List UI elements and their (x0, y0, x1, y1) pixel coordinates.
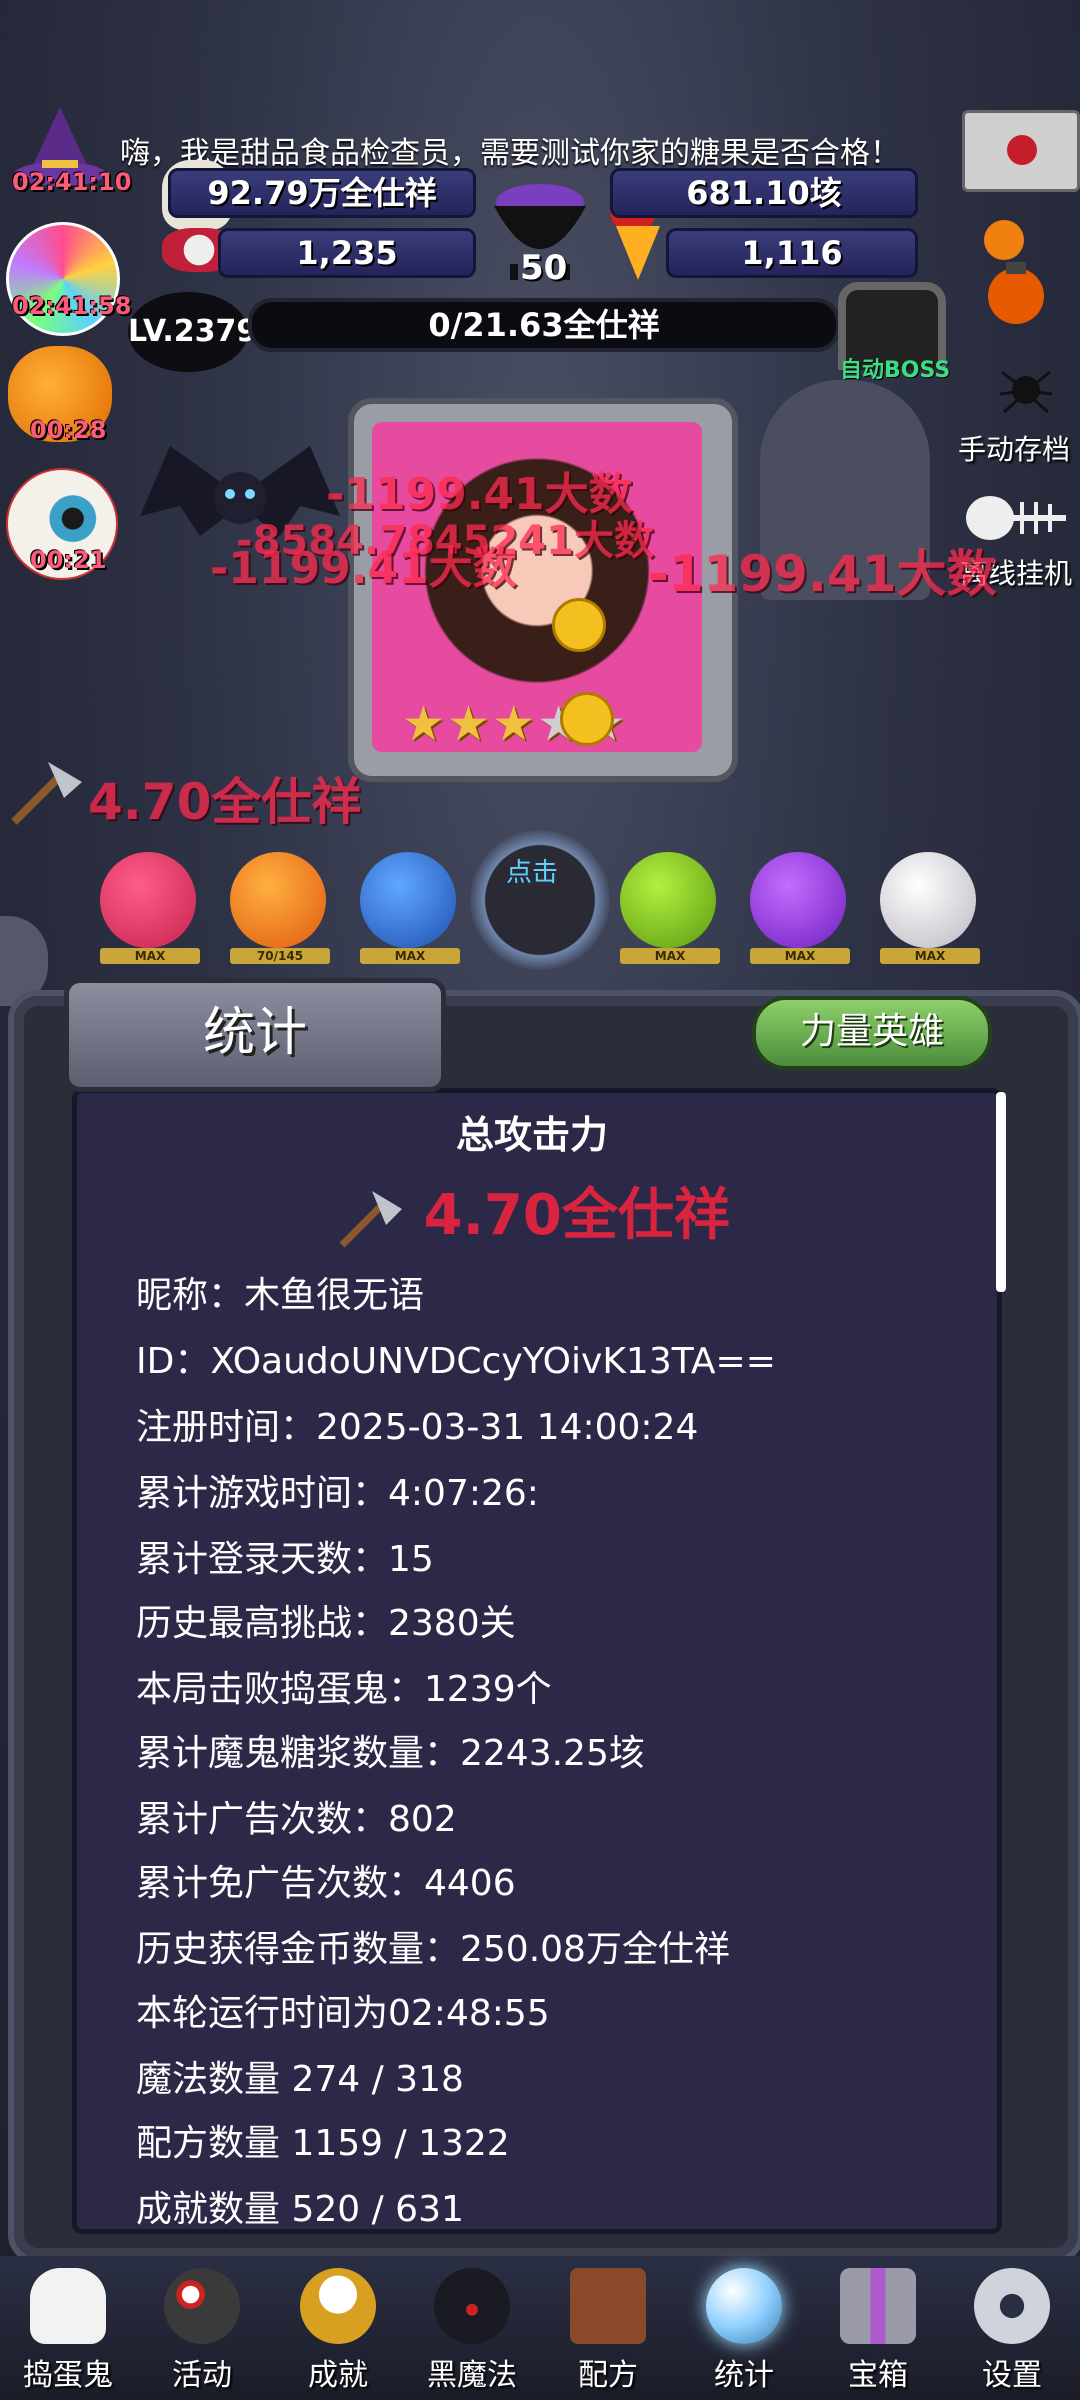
axe-icon[interactable] (4, 758, 84, 828)
total-attack-value: 4.70全仕祥 (72, 1170, 992, 1251)
nav-dark-magic[interactable]: 黑魔法 (412, 2268, 532, 2393)
demon-icon (434, 2268, 510, 2344)
damage-number-3: -1199.41大数 (210, 543, 517, 594)
skull-candy-amount: 1,235 (218, 228, 476, 278)
stat-play-time: 累计游戏时间：4:07:26: (136, 1473, 539, 1514)
spider-icon (992, 352, 1060, 420)
monster-orange[interactable]: 70/145 (230, 852, 330, 964)
monster-white[interactable]: MAX (880, 852, 980, 964)
monster-purple[interactable]: MAX (750, 852, 850, 964)
skull-trophy-icon (300, 2268, 376, 2344)
spellbook-icon (570, 2268, 646, 2344)
tab-stats[interactable]: 统计 (64, 978, 446, 1092)
monster-level-cap: MAX (620, 948, 720, 964)
mail-envelope-icon[interactable] (962, 110, 1080, 192)
crystal-ball-icon (706, 2268, 782, 2344)
stat-nickname: 昵称：木鱼很无语 (136, 1275, 425, 1316)
stat-login-days: 累计登录天数：15 (136, 1539, 434, 1580)
attack-value-text: 4.70全仕祥 (423, 1183, 730, 1248)
candy-amount: 92.79万全仕祥 (168, 168, 476, 218)
auto-boss-label[interactable]: 自动BOSS (840, 352, 950, 384)
stat-highest-stage: 历史最高挑战：2380关 (136, 1603, 516, 1644)
monster-level-cap: 70/145 (230, 948, 330, 964)
stat-defeated: 本局击败捣蛋鬼：1239个 (136, 1669, 552, 1710)
damage-number-4: -1199.41大数 (648, 545, 997, 603)
buff-timer-4: 00:21 (30, 546, 107, 574)
click-hint-label: 点击 (506, 858, 559, 888)
gold-coin-icon (552, 598, 606, 652)
npc-marquee: 嗨，我是甜品食品检查员，需要测试你家的糖果是否合格！ (120, 136, 900, 171)
monster-level-cap: MAX (360, 948, 460, 964)
buff-timer-2: 02:41:58 (12, 292, 132, 320)
stage-progress-bar: 0/21.63全仕祥 (248, 298, 840, 352)
stat-ads: 累计广告次数：802 (136, 1799, 457, 1840)
potion-amount: 681.10垓 (610, 168, 918, 218)
candy-corn-amount: 1,116 (666, 228, 918, 278)
stat-ad-free: 累计免广告次数：4406 (136, 1863, 516, 1904)
monster-level-cap: MAX (880, 948, 980, 964)
monster-green[interactable]: MAX (620, 852, 720, 964)
stat-id: ID：XOaudoUNVDCcyYOivK13TA== (136, 1341, 776, 1382)
candy-corn-icon (616, 226, 660, 280)
buff-timer-3: 00:28 (30, 416, 107, 444)
monster-black-leader[interactable]: 点击 (470, 830, 610, 970)
gear-icon (974, 2268, 1050, 2344)
nav-achievements[interactable]: 成就 (278, 2268, 398, 2393)
nav-chest[interactable]: 宝箱 (818, 2268, 938, 2393)
stat-recipe-count: 配方数量 1159 / 1322 (136, 2123, 510, 2164)
stat-register-time: 注册时间：2025-03-31 14:00:24 (136, 1407, 699, 1448)
nav-ghost[interactable]: 捣蛋鬼 (8, 2268, 128, 2393)
stat-gold-earned: 历史获得金币数量：250.08万全仕祥 (136, 1929, 730, 1970)
axe-icon (334, 1189, 404, 1249)
stat-magic-count: 魔法数量 274 / 318 (136, 2059, 464, 2100)
pumpkin-potion-icon[interactable] (976, 216, 1060, 326)
ghost-icon (30, 2268, 106, 2344)
stat-syrup: 累计魔鬼糖浆数量：2243.25垓 (136, 1733, 645, 1774)
tab-power-hero[interactable]: 力量英雄 (752, 996, 992, 1070)
axe-attack-power: 4.70全仕祥 (88, 773, 362, 831)
cauldron-count: 50 (520, 248, 568, 288)
monster-level-cap: MAX (100, 948, 200, 964)
nav-events[interactable]: 活动 (142, 2268, 262, 2393)
monster-level-cap: MAX (750, 948, 850, 964)
stat-achievement-count: 成就数量 520 / 631 (136, 2189, 464, 2230)
buff-timer-1: 02:41:10 (12, 168, 132, 196)
monster-pink[interactable]: MAX (100, 852, 200, 964)
level-badge: LV.2379 (128, 292, 257, 372)
gift-box-icon (840, 2268, 916, 2344)
nav-stats[interactable]: 统计 (684, 2268, 804, 2393)
gold-coin-icon-2 (560, 692, 614, 746)
stat-run-time: 本轮运行时间为02:48:55 (136, 1993, 550, 2034)
nav-recipes[interactable]: 配方 (548, 2268, 668, 2393)
eyes-bowl-icon (164, 2268, 240, 2344)
monster-blue[interactable]: MAX (360, 852, 460, 964)
nav-settings[interactable]: 设置 (952, 2268, 1072, 2393)
total-attack-title: 总攻击力 (455, 1113, 608, 1157)
stats-scrollbar[interactable] (996, 1092, 1006, 1292)
manual-save-button[interactable]: 手动存档 (958, 428, 1070, 468)
